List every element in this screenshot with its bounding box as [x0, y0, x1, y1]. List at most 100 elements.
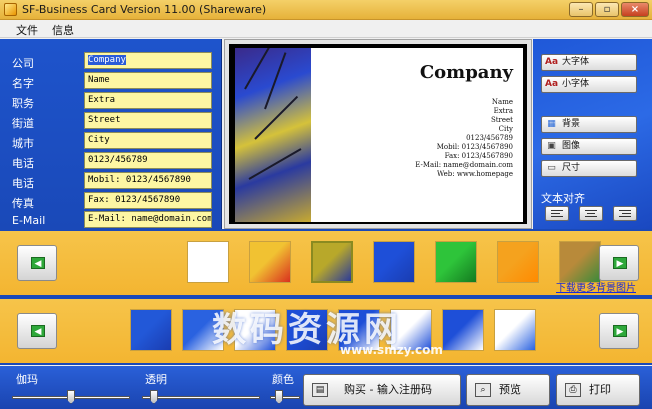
name-input[interactable]: Name	[84, 72, 212, 89]
email-input[interactable]: E-Mail: name@domain.com	[84, 211, 212, 228]
color-slider[interactable]	[270, 396, 300, 399]
print-button[interactable]: ⎙ 打印	[556, 374, 640, 406]
strip2-next-button[interactable]: ▶	[599, 313, 639, 349]
title-input[interactable]: Extra	[84, 92, 212, 109]
pattern-thumbnail[interactable]	[494, 309, 536, 351]
close-button[interactable]: ×	[621, 2, 649, 17]
align-center-button[interactable]	[579, 206, 603, 221]
field-value: Company	[88, 55, 126, 65]
preview-icon: ⌕	[475, 383, 491, 397]
background-button[interactable]: ▦ 背景	[541, 116, 637, 133]
button-label: 背景	[562, 119, 581, 129]
fax-input[interactable]: Fax: 0123/4567890	[84, 192, 212, 209]
field-street: 街道 Street	[0, 112, 222, 131]
larger-font-button[interactable]: Aa 大字体	[541, 54, 637, 71]
size-button[interactable]: ▭ 尺寸	[541, 160, 637, 177]
strip1-next-button[interactable]: ▶	[599, 245, 639, 281]
image-button[interactable]: ▣ 图像	[541, 138, 637, 155]
color-label: 颜色	[272, 373, 294, 386]
phone-input[interactable]: 0123/456789	[84, 152, 212, 169]
button-label: 打印	[589, 383, 611, 396]
watermark-url: www.smzy.com	[340, 343, 443, 357]
arrow-right-icon: ▶	[613, 257, 627, 269]
strip1-prev-button[interactable]: ◀	[17, 245, 57, 281]
minimize-button[interactable]: –	[569, 2, 593, 17]
transparency-slider[interactable]	[142, 396, 260, 399]
card-line: Fax: 0123/4567890	[444, 152, 513, 160]
field-mobile: 电话 Mobil: 0123/4567890	[0, 172, 222, 191]
field-company: 公司 Company	[0, 52, 222, 71]
preview-button[interactable]: ⌕ 预览	[466, 374, 550, 406]
background-thumbnail[interactable]	[187, 241, 229, 283]
button-label: 大字体	[562, 57, 590, 67]
button-label: 预览	[499, 383, 521, 396]
card-shadow: Company Name Extra Street City 0123/4567…	[229, 44, 527, 224]
maximize-button[interactable]: ▫	[595, 2, 619, 17]
street-input[interactable]: Street	[84, 112, 212, 129]
button-label: 购买 - 输入注册码	[344, 383, 432, 396]
card-line: Mobil: 0123/4567890	[436, 143, 513, 151]
download-backgrounds-link[interactable]: 下载更多背景图片	[556, 279, 636, 294]
card-line: Street	[490, 116, 513, 124]
background-thumbnail[interactable]	[497, 241, 539, 283]
menu-info[interactable]: 信息	[52, 22, 74, 38]
background-thumbnail[interactable]	[249, 241, 291, 283]
mobile-input[interactable]: Mobil: 0123/4567890	[84, 172, 212, 189]
art-streak	[254, 95, 299, 140]
buy-register-button[interactable]: ▤ 购买 - 输入注册码	[303, 374, 461, 406]
field-phone: 电话 0123/456789	[0, 152, 222, 171]
card-preview: Company Name Extra Street City 0123/4567…	[224, 39, 532, 229]
strip2-prev-button[interactable]: ◀	[17, 313, 57, 349]
background-thumbnail[interactable]	[373, 241, 415, 283]
field-city: 城市 City	[0, 132, 222, 151]
color-slider-thumb[interactable]	[275, 390, 283, 404]
arrow-left-icon: ◀	[31, 325, 45, 337]
button-label: 小字体	[562, 79, 590, 89]
card-line: 0123/456789	[466, 134, 513, 142]
button-label: 尺寸	[562, 163, 581, 173]
field-email: E-Mail E-Mail: name@domain.com	[0, 211, 222, 230]
tools-panel: Aa 大字体 Aa 小字体 ▦ 背景 ▣ 图像 ▭ 尺寸 文本对齐	[533, 39, 652, 229]
font-smaller-icon: Aa	[545, 79, 559, 89]
font-larger-icon: Aa	[545, 57, 559, 67]
purchase-icon: ▤	[312, 383, 328, 397]
field-label: 电话	[12, 157, 34, 170]
card-details: Name Extra Street City 0123/456789 Mobil…	[415, 98, 513, 179]
company-input[interactable]: Company	[84, 52, 212, 69]
city-input[interactable]: City	[84, 132, 212, 149]
menu-file[interactable]: 文件	[16, 22, 38, 38]
smaller-font-button[interactable]: Aa 小字体	[541, 76, 637, 93]
image-icon: ▣	[547, 141, 556, 151]
background-icon: ▦	[547, 119, 556, 129]
field-label: 街道	[12, 117, 34, 130]
align-left-button[interactable]	[545, 206, 569, 221]
bottom-bar: 伽玛 透明 颜色 ▤ 购买 - 输入注册码 ⌕ 预览 ⎙ 打印	[0, 366, 652, 409]
button-label: 图像	[562, 141, 581, 151]
card-line: Name	[491, 98, 513, 106]
field-fax: 传真 Fax: 0123/4567890	[0, 192, 222, 211]
background-thumbnail[interactable]	[311, 241, 353, 283]
gamma-slider-thumb[interactable]	[67, 390, 75, 404]
transparency-slider-thumb[interactable]	[149, 390, 158, 404]
align-right-button[interactable]	[613, 206, 637, 221]
background-thumbnail[interactable]	[559, 241, 601, 283]
card-line: Web: www.homepage	[437, 170, 513, 178]
field-label: E-Mail	[12, 214, 46, 227]
card-line: E-Mail: name@domain.com	[415, 161, 513, 169]
pattern-thumbnail[interactable]	[442, 309, 484, 351]
fields-panel: 公司 Company 名字 Name 职务 Extra 街道 Street 城市…	[0, 39, 222, 229]
field-title: 职务 Extra	[0, 92, 222, 111]
size-icon: ▭	[547, 163, 556, 173]
art-streak	[244, 48, 276, 90]
printer-icon: ⎙	[565, 383, 581, 397]
field-label: 城市	[12, 137, 34, 150]
text-align-label: 文本对齐	[541, 192, 585, 205]
field-name: 名字 Name	[0, 72, 222, 91]
background-thumbnail[interactable]	[435, 241, 477, 283]
field-label: 公司	[12, 57, 34, 70]
card-line: City	[498, 125, 513, 133]
card-company: Company	[419, 62, 513, 83]
field-label: 名字	[12, 77, 34, 90]
pattern-thumbnail[interactable]	[130, 309, 172, 351]
business-card[interactable]: Company Name Extra Street City 0123/4567…	[235, 48, 523, 222]
